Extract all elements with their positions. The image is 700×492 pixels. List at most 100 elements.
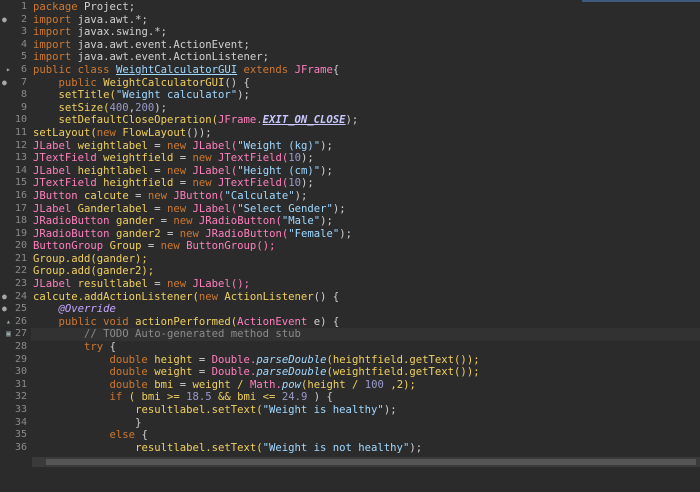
code-line[interactable]: 17 JLabel Ganderlabel = new JLabel("Sele…	[0, 202, 700, 216]
variable-token: calcute	[84, 189, 129, 202]
code-line[interactable]: 5 import java.awt.event.ActionListener;	[0, 51, 700, 64]
line-gutter: ● 25	[0, 303, 31, 316]
line-number: 6	[20, 63, 27, 75]
code-line[interactable]: 22 Group.add(gander2);	[0, 265, 700, 279]
keyword-token: extends	[243, 63, 289, 76]
line-gutter: 15	[0, 177, 31, 190]
keyword-token: public void	[58, 315, 129, 328]
operator-token: =	[147, 240, 155, 253]
keyword-token: else	[109, 429, 136, 442]
code-line[interactable]: 23 JLabel resultlabel = new JLabel();	[0, 278, 700, 291]
code-line[interactable]: 4 import java.awt.event.ActionEvent;	[0, 38, 700, 52]
operator-token: =	[135, 189, 142, 202]
line-number: 25	[14, 303, 27, 315]
code-line[interactable]: 20 ButtonGroup Group = new ButtonGroup()…	[0, 240, 700, 253]
code-line[interactable]: ● 24 calcute.addActionListener(new Action…	[0, 290, 700, 304]
punct-token: );	[409, 441, 423, 454]
code-line[interactable]: 33 resultlabel.setText("Weight is health…	[0, 404, 700, 417]
operator-token: =	[198, 366, 206, 379]
type-token: Math.	[249, 378, 282, 391]
fold-icon[interactable]: ●	[2, 291, 7, 304]
variable-token: gander2	[115, 227, 161, 240]
keyword-token: new	[160, 240, 180, 253]
code-line[interactable]: ● 25 @Override	[0, 303, 700, 316]
comment-token: // TODO Auto-generated method stub	[84, 328, 301, 341]
fold-icon[interactable]: ●	[2, 77, 7, 90]
identifier-token: javax.swing.*;	[77, 26, 167, 39]
code-line[interactable]: 32 if ( bmi >= 18.5 && bmi <= 24.9 ) {	[0, 391, 700, 404]
code-line[interactable]: 14 JLabel heightlabel = new JLabel("Heig…	[0, 164, 700, 178]
line-number: 29	[14, 353, 27, 365]
line-gutter: 28	[0, 341, 31, 354]
type-token: JLabel	[33, 139, 72, 152]
code-line[interactable]: 18 JRadioButton gander = new JRadioButto…	[0, 215, 700, 228]
horizontal-scrollbar[interactable]	[32, 457, 700, 467]
warning-marker-icon[interactable]: ▸	[6, 64, 12, 74]
code-line[interactable]: 31 double bmi = weight / Math.pow(height…	[0, 378, 700, 392]
code-line[interactable]: 10 setDefaultCloseOperation(JFrame.EXIT_…	[0, 114, 700, 127]
code-line[interactable]: 3 import javax.swing.*;	[0, 26, 700, 39]
keyword-token: new	[179, 227, 199, 240]
string-token: "Weight (kg)"	[237, 139, 321, 152]
keyword-token: new	[167, 139, 187, 152]
type-token: JLabel	[33, 164, 72, 177]
code-line[interactable]: 19 JRadioButton gander2 = new JRadioButt…	[0, 227, 700, 241]
keyword-token: import	[33, 13, 72, 26]
code-line[interactable]: 36 resultlabel.setText("Weight is not he…	[0, 441, 700, 455]
type-token: JLabel	[33, 278, 72, 291]
code-line[interactable]: 13 JTextField weightfield = new JTextFie…	[0, 152, 700, 165]
line-number: 12	[14, 139, 27, 151]
identifier-token: java.awt.event.ActionListener;	[77, 51, 270, 64]
code-line[interactable]: 16 JButton calcute = new JButton("Calcul…	[0, 189, 700, 203]
statement-token: resultlabel.setText(	[135, 404, 263, 416]
punct-token: );	[154, 101, 167, 114]
code-line[interactable]: ▸ 6 public class WeightCalculatorGUI exte…	[0, 63, 700, 77]
code-line[interactable]: 35 else {	[0, 429, 700, 442]
static-method-token: pow	[281, 378, 301, 391]
code-line[interactable]: ● 7 public WeightCalculatorGUI() {	[0, 76, 700, 90]
line-gutter: 1	[0, 1, 31, 14]
code-line[interactable]: 15 JTextField heightfield = new JTextFie…	[0, 177, 700, 190]
variable-token: gander	[115, 215, 155, 228]
code-line[interactable]: 12 JLabel weightlabel = new JLabel("Weig…	[0, 139, 700, 153]
type-token: JLabel	[33, 202, 72, 215]
code-line[interactable]: 1 package Project;	[0, 1, 700, 14]
code-line[interactable]: 9 setSize(400,200);	[0, 101, 700, 115]
fold-icon[interactable]: ●	[2, 303, 7, 316]
code-line[interactable]: ● 2 import java.awt.*;	[0, 13, 700, 27]
code-line[interactable]: 11 setLayout(new FlowLayout());	[0, 126, 700, 140]
static-method-token: parseDouble	[256, 366, 327, 379]
keyword-token: package	[33, 1, 78, 13]
scrollbar-thumb[interactable]	[46, 459, 696, 465]
code-line[interactable]: 30 double weight = Double.parseDouble(we…	[0, 366, 700, 379]
line-gutter: 4	[0, 38, 31, 52]
statement-token: calcute.addActionListener(	[33, 290, 199, 303]
line-number: 13	[14, 152, 27, 164]
number-token: 200	[135, 101, 155, 114]
line-number: 10	[14, 114, 27, 126]
type-token: JRadioButton(	[198, 215, 282, 228]
keyword-token: import	[33, 26, 72, 39]
line-number: 8	[20, 89, 27, 101]
code-line[interactable]: 34 }	[0, 416, 700, 430]
override-marker-icon[interactable]: ▴	[6, 316, 12, 326]
code-line[interactable]: 8 setTitle("Weight calculator");	[0, 89, 700, 102]
code-editor[interactable]: 1 package Project; ● 2 import java.awt.*;…	[0, 1, 700, 455]
statement-token: (weightfield.getText());	[326, 366, 480, 379]
code-line[interactable]: 29 double height = Double.parseDouble(he…	[0, 353, 700, 367]
line-gutter: 32	[0, 391, 31, 404]
line-gutter: 14	[0, 164, 31, 178]
code-line[interactable]: 21 Group.add(gander);	[0, 252, 700, 266]
string-token: "Height (cm)"	[237, 164, 321, 177]
variable-token: Group	[109, 240, 142, 253]
type-token: JButton	[33, 189, 78, 202]
line-number: 30	[14, 366, 27, 378]
expression-token: weight /	[192, 378, 244, 391]
code-line[interactable]: ▣ 27 // TODO Auto-generated method stub	[0, 328, 700, 342]
fold-icon[interactable]: ●	[2, 14, 7, 27]
line-gutter: 17	[0, 202, 31, 216]
operator-token: =	[179, 152, 187, 165]
code-line[interactable]: ▴ 26 public void actionPerformed(ActionEv…	[0, 315, 700, 329]
code-line[interactable]: 28 try {	[0, 341, 700, 354]
task-marker-icon[interactable]: ▣	[6, 328, 12, 338]
